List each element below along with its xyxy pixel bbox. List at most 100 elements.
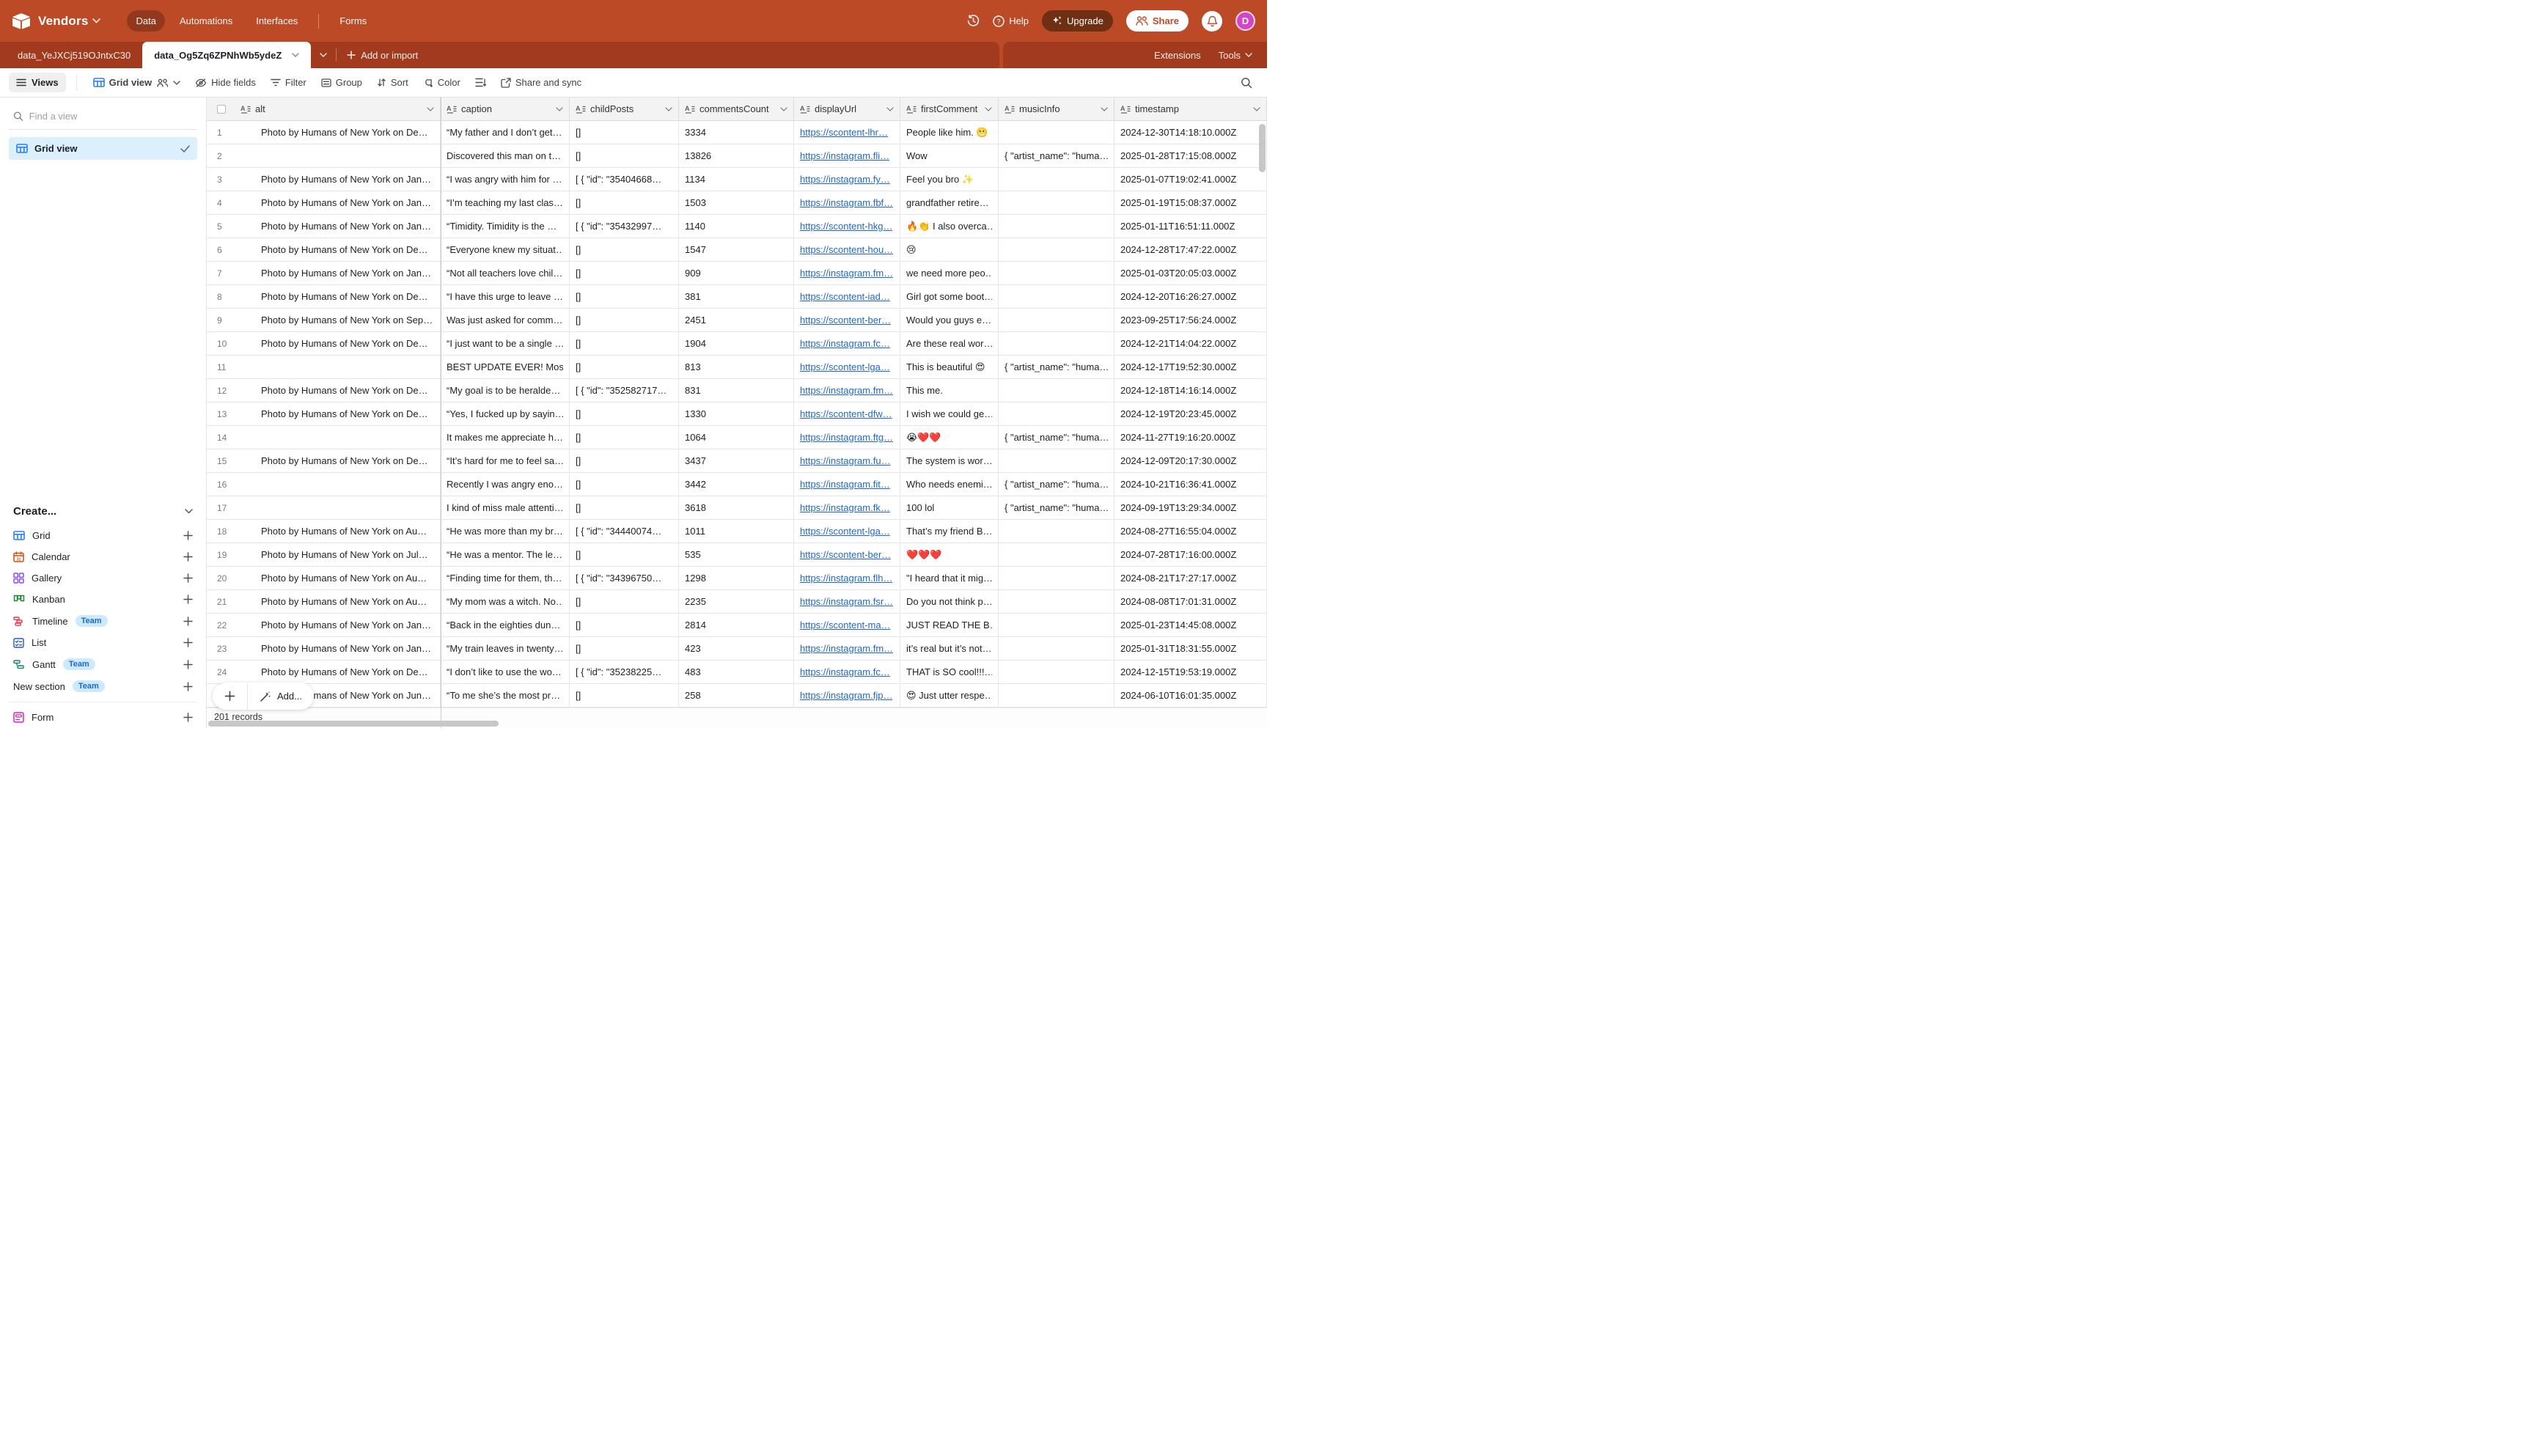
url-link[interactable]: https://scontent-ma… [800, 619, 891, 630]
cell-commentsCount[interactable]: 3437 [679, 449, 794, 472]
table-row[interactable]: 10Photo by Humans of New York on De…“I j… [207, 332, 1267, 356]
cell-firstComment[interactable]: JUST READ THE B… [900, 614, 999, 636]
cell-firstComment[interactable]: People like him. 😬 [900, 121, 999, 144]
url-link[interactable]: https://instagram.fjp… [800, 690, 892, 701]
table-row[interactable]: 25Photo by Humans of New York on Jun…“To… [207, 684, 1267, 707]
share-and-sync-button[interactable]: Share and sync [495, 73, 587, 92]
url-link[interactable]: https://instagram.fm… [800, 385, 893, 396]
cell-childPosts[interactable]: [] [570, 144, 679, 167]
cell-childPosts[interactable]: [] [570, 449, 679, 472]
select-all-checkbox[interactable] [217, 105, 226, 114]
notifications-bell-icon[interactable] [1202, 11, 1222, 32]
cell-timestamp[interactable]: 2025-01-07T19:02:41.000Z [1114, 168, 1267, 191]
plus-icon[interactable] [183, 573, 193, 583]
cell-alt[interactable]: 1Photo by Humans of New York on De… [207, 121, 441, 144]
row-height-button[interactable] [469, 73, 492, 92]
cell-musicInfo[interactable] [999, 191, 1114, 214]
cell-firstComment[interactable]: Are these real wor… [900, 332, 999, 355]
cell-musicInfo[interactable] [999, 661, 1114, 683]
cell-timestamp[interactable]: 2024-06-10T16:01:35.000Z [1114, 684, 1267, 707]
help-button[interactable]: ? Help [993, 15, 1029, 27]
cell-musicInfo[interactable]: { "artist_name": "huma… [999, 426, 1114, 449]
nav-tab-data[interactable]: Data [127, 10, 164, 32]
url-link[interactable]: https://instagram.fy… [800, 174, 890, 185]
cell-alt[interactable]: 12Photo by Humans of New York on De… [207, 379, 441, 402]
plus-icon[interactable] [183, 531, 193, 540]
cell-commentsCount[interactable]: 1904 [679, 332, 794, 355]
base-name[interactable]: Vendors [38, 14, 88, 29]
cell-alt[interactable]: 2 [207, 144, 441, 167]
nav-tab-automations[interactable]: Automations [171, 10, 241, 32]
cell-alt[interactable]: 4Photo by Humans of New York on Jan… [207, 191, 441, 214]
url-link[interactable]: https://instagram.fc… [800, 338, 890, 349]
cell-alt[interactable]: 15Photo by Humans of New York on De… [207, 449, 441, 472]
cell-childPosts[interactable]: [ { "id": "34440074… [570, 520, 679, 543]
cell-displayUrl[interactable]: https://instagram.fbf… [794, 191, 900, 214]
cell-alt[interactable]: 21Photo by Humans of New York on Au… [207, 590, 441, 613]
column-header-displayUrl[interactable]: AdisplayUrl [794, 98, 900, 120]
cell-caption[interactable]: “My mom was a witch. No… [441, 590, 570, 613]
cell-childPosts[interactable]: [] [570, 121, 679, 144]
url-link[interactable]: https://scontent-lga… [800, 361, 890, 372]
cell-firstComment[interactable]: Girl got some boot… [900, 285, 999, 308]
cell-firstComment[interactable]: 😢 [900, 238, 999, 261]
cell-childPosts[interactable]: [] [570, 191, 679, 214]
column-menu-chevron-icon[interactable] [665, 107, 672, 111]
cell-childPosts[interactable]: [ { "id": "34396750… [570, 567, 679, 589]
create-item-form[interactable]: Form [9, 707, 197, 728]
table-row[interactable]: 18Photo by Humans of New York on Au…“He … [207, 520, 1267, 543]
cell-alt[interactable]: 8Photo by Humans of New York on De… [207, 285, 441, 308]
cell-caption[interactable]: “Yes, I fucked up by sayin… [441, 402, 570, 425]
url-link[interactable]: https://instagram.fm… [800, 268, 893, 279]
tools-button[interactable]: Tools [1219, 50, 1252, 61]
url-link[interactable]: https://scontent-lga… [800, 526, 890, 537]
cell-childPosts[interactable]: [] [570, 637, 679, 660]
cell-commentsCount[interactable]: 813 [679, 356, 794, 378]
cell-displayUrl[interactable]: https://scontent-hkg… [794, 215, 900, 238]
cell-commentsCount[interactable]: 2235 [679, 590, 794, 613]
cell-timestamp[interactable]: 2024-12-18T14:16:14.000Z [1114, 379, 1267, 402]
find-view-input[interactable] [29, 111, 193, 122]
cell-musicInfo[interactable] [999, 520, 1114, 543]
group-button[interactable]: Group [315, 73, 368, 92]
create-item-gantt[interactable]: GanttTeam [9, 653, 197, 675]
cell-displayUrl[interactable]: https://instagram.fit… [794, 473, 900, 496]
cell-musicInfo[interactable] [999, 684, 1114, 707]
column-header-childPosts[interactable]: AchildPosts [570, 98, 679, 120]
cell-commentsCount[interactable]: 1134 [679, 168, 794, 191]
table-row[interactable]: 16Recently I was angry eno…[]3442https:/… [207, 473, 1267, 496]
cell-firstComment[interactable]: Would you guys e… [900, 309, 999, 331]
cell-firstComment[interactable]: Wow [900, 144, 999, 167]
cell-alt[interactable]: 17 [207, 496, 441, 519]
cell-alt[interactable]: 24Photo by Humans of New York on De… [207, 661, 441, 683]
table-row[interactable]: 9Photo by Humans of New York on Sep…Was … [207, 309, 1267, 332]
cell-musicInfo[interactable] [999, 402, 1114, 425]
url-link[interactable]: https://scontent-ber… [800, 549, 891, 560]
hide-fields-button[interactable]: Hide fields [189, 73, 262, 92]
cell-musicInfo[interactable] [999, 215, 1114, 238]
column-menu-chevron-icon[interactable] [427, 107, 434, 111]
cell-timestamp[interactable]: 2025-01-28T17:15:08.000Z [1114, 144, 1267, 167]
table-row[interactable]: 14It makes me appreciate h…[]1064https:/… [207, 426, 1267, 449]
cell-commentsCount[interactable]: 1064 [679, 426, 794, 449]
cell-timestamp[interactable]: 2023-09-25T17:56:24.000Z [1114, 309, 1267, 331]
plus-icon[interactable] [183, 638, 193, 647]
cell-childPosts[interactable]: [ { "id": "35432997… [570, 215, 679, 238]
cell-childPosts[interactable]: [] [570, 262, 679, 284]
table-row[interactable]: 6Photo by Humans of New York on De…“Ever… [207, 238, 1267, 262]
cell-caption[interactable]: “He was more than my br… [441, 520, 570, 543]
cell-alt[interactable]: 6Photo by Humans of New York on De… [207, 238, 441, 261]
cell-childPosts[interactable]: [] [570, 402, 679, 425]
cell-timestamp[interactable]: 2025-01-19T15:08:37.000Z [1114, 191, 1267, 214]
cell-timestamp[interactable]: 2024-12-09T20:17:30.000Z [1114, 449, 1267, 472]
create-item-gallery[interactable]: Gallery [9, 567, 197, 589]
table-row[interactable]: 23Photo by Humans of New York on Jan…“My… [207, 637, 1267, 661]
cell-caption[interactable]: “Everyone knew my situat… [441, 238, 570, 261]
cell-displayUrl[interactable]: https://instagram.fli… [794, 144, 900, 167]
current-view-button[interactable]: Grid view [87, 73, 187, 92]
cell-caption[interactable]: “He was a mentor. The le… [441, 543, 570, 566]
column-menu-chevron-icon[interactable] [886, 107, 894, 111]
url-link[interactable]: https://instagram.flh… [800, 573, 892, 584]
cell-caption[interactable]: “My train leaves in twenty… [441, 637, 570, 660]
cell-commentsCount[interactable]: 3442 [679, 473, 794, 496]
